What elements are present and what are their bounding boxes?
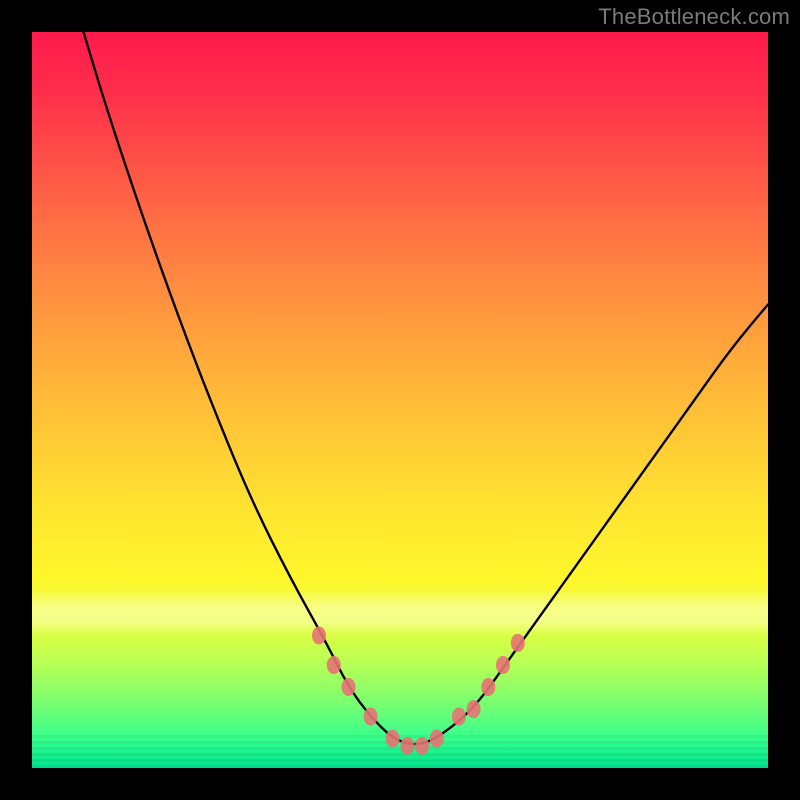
curve-marker <box>481 678 495 696</box>
curve-markers <box>312 627 525 755</box>
curve-marker <box>430 730 444 748</box>
curve-marker <box>452 708 466 726</box>
curve-marker <box>312 627 326 645</box>
curve-marker <box>327 656 341 674</box>
curve-marker <box>364 708 378 726</box>
plot-area <box>32 32 768 768</box>
curve-marker <box>400 737 414 755</box>
bottleneck-curve <box>32 32 768 768</box>
curve-marker <box>511 634 525 652</box>
curve-marker <box>342 678 356 696</box>
curve-marker <box>496 656 510 674</box>
curve-marker <box>467 700 481 718</box>
watermark-text: TheBottleneck.com <box>598 4 790 30</box>
curve-marker <box>386 730 400 748</box>
curve-marker <box>415 737 429 755</box>
